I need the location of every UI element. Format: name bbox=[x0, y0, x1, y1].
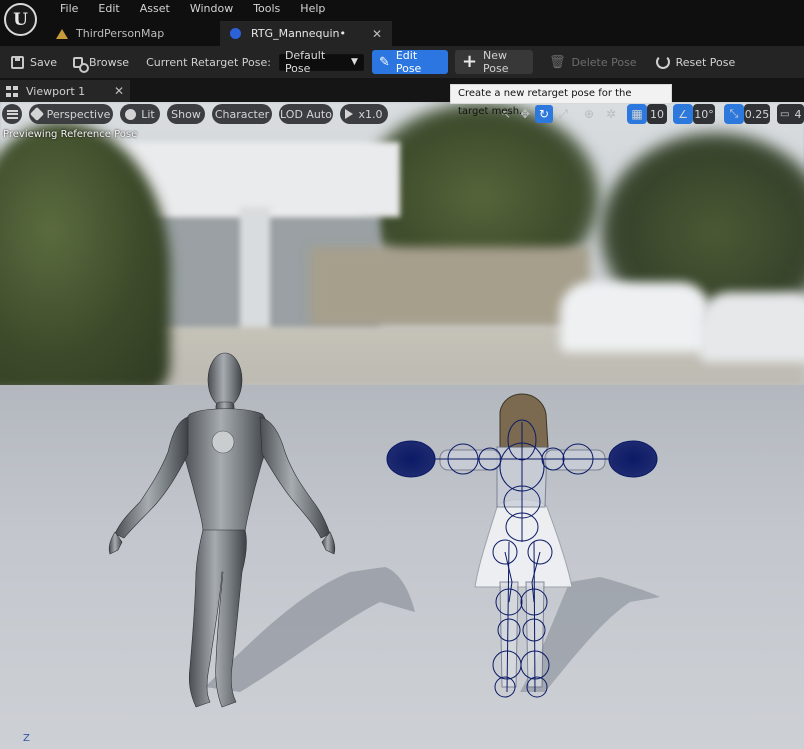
retargeter-asset-icon bbox=[230, 28, 241, 39]
trash-icon: 🗑 bbox=[548, 54, 566, 70]
browse-label: Browse bbox=[89, 55, 130, 69]
close-tab-icon[interactable]: ✕ bbox=[372, 27, 382, 41]
plus-icon: + bbox=[461, 51, 478, 72]
new-pose-tooltip: Create a new retarget pose for the targe… bbox=[450, 84, 672, 117]
viewport-3d[interactable]: Perspective Lit Show Character LOD Auto … bbox=[0, 102, 804, 749]
title-bar: U File Edit Asset Window Tools Help Thir… bbox=[0, 0, 804, 46]
axis-indicator: Z bbox=[23, 733, 30, 744]
rotation-snap-value[interactable]: 10° bbox=[693, 104, 715, 124]
rotate-tool-icon[interactable]: ↻ bbox=[535, 105, 553, 123]
character-label: Character bbox=[214, 107, 270, 121]
lod-button[interactable]: LOD Auto bbox=[279, 104, 333, 124]
main-menu: File Edit Asset Window Tools Help bbox=[50, 2, 335, 16]
camera-icon: ▭ bbox=[780, 108, 790, 120]
document-tabs: ThirdPersonMap RTG_Mannequin• ✕ bbox=[46, 21, 392, 46]
viewport-toolbar: Perspective Lit Show Character LOD Auto … bbox=[0, 104, 804, 126]
hamburger-menu-icon bbox=[6, 109, 18, 119]
viewport-status-caption: Previewing Reference Pose bbox=[3, 129, 138, 140]
target-skeleton-mesh[interactable] bbox=[386, 393, 658, 698]
browse-button[interactable]: Browse bbox=[66, 50, 136, 74]
save-label: Save bbox=[30, 55, 58, 69]
reset-icon bbox=[655, 55, 670, 69]
grid-snap-toggle[interactable]: ▦ bbox=[627, 104, 647, 124]
new-pose-label: New Pose bbox=[483, 49, 509, 75]
delete-pose-button[interactable]: 🗑 Delete Pose bbox=[542, 50, 644, 74]
pencil-icon: ✎ bbox=[378, 54, 390, 70]
viewport-tab-label: Viewport 1 bbox=[26, 84, 86, 98]
tab-viewport-1[interactable]: Viewport 1 ✕ bbox=[0, 80, 130, 102]
tab-label: ThirdPersonMap bbox=[76, 27, 165, 40]
mannequin-mesh[interactable] bbox=[108, 352, 336, 708]
asset-toolbar: Save Browse Current Retarget Pose: Defau… bbox=[0, 46, 804, 78]
viewport-tab-bar: Viewport 1 ✕ bbox=[0, 78, 804, 102]
unreal-logo[interactable]: U bbox=[4, 3, 37, 36]
edit-pose-label: Edit Pose bbox=[395, 49, 422, 75]
delete-pose-label: Delete Pose bbox=[571, 55, 637, 69]
edit-pose-button[interactable]: ✎ Edit Pose bbox=[371, 49, 448, 75]
perspective-button[interactable]: Perspective bbox=[29, 104, 113, 124]
character-button[interactable]: Character bbox=[212, 104, 272, 124]
current-pose-label: Current Retarget Pose: bbox=[146, 55, 271, 69]
menu-help[interactable]: Help bbox=[290, 2, 335, 16]
menu-window[interactable]: Window bbox=[180, 2, 243, 16]
play-speed-button[interactable]: x1.0 bbox=[340, 104, 388, 124]
rotation-snap-toggle[interactable]: ∠ bbox=[673, 104, 693, 124]
lit-mode-button[interactable]: Lit bbox=[120, 104, 160, 124]
chevron-down-icon: ▼ bbox=[351, 57, 358, 67]
scale-tool-icon[interactable]: ⤢ bbox=[554, 105, 572, 123]
camera-speed-button[interactable]: ▭ 4 bbox=[777, 104, 804, 124]
surface-snap-icon[interactable]: ✲ bbox=[602, 105, 620, 123]
save-button[interactable]: Save bbox=[4, 50, 64, 74]
speed-label: x1.0 bbox=[358, 107, 383, 121]
menu-tools[interactable]: Tools bbox=[243, 2, 290, 16]
grid-snap-icon: ▦ bbox=[631, 107, 643, 121]
tab-third-person-map[interactable]: ThirdPersonMap bbox=[46, 21, 220, 46]
reset-pose-button[interactable]: Reset Pose bbox=[649, 50, 743, 74]
scale-snap-value[interactable]: 0.25 bbox=[744, 104, 770, 124]
save-icon bbox=[11, 55, 24, 69]
grid-snap-value-text: 10 bbox=[650, 107, 664, 121]
viewport-grid-icon bbox=[6, 85, 18, 97]
show-label: Show bbox=[171, 107, 201, 121]
rotation-snap-value-text: 10° bbox=[694, 107, 714, 121]
menu-edit[interactable]: Edit bbox=[88, 2, 129, 16]
menu-file[interactable]: File bbox=[50, 2, 88, 16]
lit-sphere-icon bbox=[125, 108, 137, 120]
rotation-snap-icon: ∠ bbox=[678, 107, 688, 121]
new-pose-button[interactable]: + New Pose bbox=[454, 49, 533, 75]
close-viewport-tab-icon[interactable]: ✕ bbox=[114, 84, 124, 98]
perspective-cube-icon bbox=[29, 106, 44, 122]
scale-snap-value-text: 0.25 bbox=[744, 107, 770, 121]
level-icon bbox=[56, 28, 68, 39]
grid-snap-value[interactable]: 10 bbox=[647, 104, 667, 124]
browse-icon bbox=[73, 56, 90, 73]
scale-snap-toggle[interactable]: ⤡ bbox=[724, 104, 744, 124]
world-space-icon[interactable]: ⊕ bbox=[580, 105, 598, 123]
camera-speed-value: 4 bbox=[794, 107, 802, 121]
menu-asset[interactable]: Asset bbox=[130, 2, 180, 16]
perspective-label: Perspective bbox=[46, 107, 111, 121]
pose-dropdown-value: Default Pose bbox=[284, 49, 326, 75]
lod-label: LOD Auto bbox=[280, 107, 332, 121]
lit-label: Lit bbox=[141, 107, 155, 121]
tab-rtg-mannequin[interactable]: RTG_Mannequin• ✕ bbox=[220, 21, 392, 46]
play-icon bbox=[345, 109, 354, 119]
show-button[interactable]: Show bbox=[167, 104, 205, 124]
retarget-pose-dropdown[interactable]: Default Pose ▼ bbox=[278, 49, 364, 75]
preview-characters bbox=[108, 352, 660, 708]
tab-label: RTG_Mannequin• bbox=[251, 27, 346, 40]
reset-pose-label: Reset Pose bbox=[675, 55, 736, 69]
scale-snap-icon: ⤡ bbox=[729, 107, 739, 120]
viewport-options-button[interactable] bbox=[2, 104, 22, 124]
